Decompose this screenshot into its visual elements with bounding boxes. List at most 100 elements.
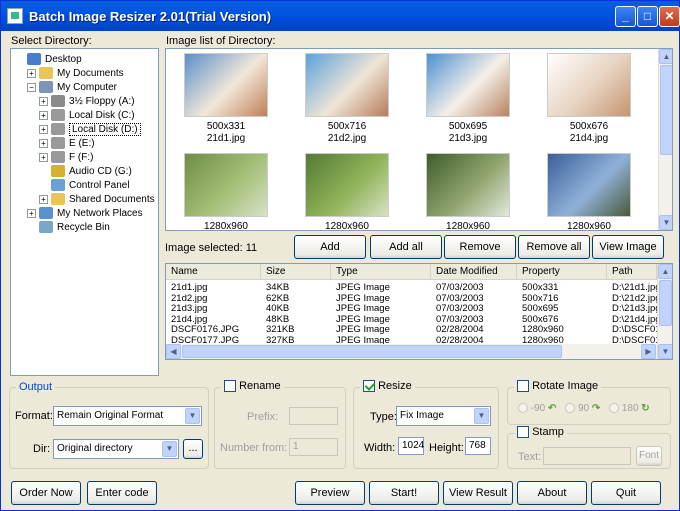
- font-button[interactable]: Font: [636, 446, 662, 466]
- output-title: Output: [16, 381, 56, 393]
- column-header[interactable]: Path: [607, 264, 657, 279]
- enter-code-button[interactable]: Enter code: [87, 481, 157, 505]
- number-from-input[interactable]: 1: [289, 438, 338, 456]
- maximize-button[interactable]: □: [637, 6, 658, 27]
- thumbnail-size: 1280x960: [325, 221, 369, 231]
- thumbnail-image[interactable]: [547, 53, 631, 117]
- expand-toggle-icon[interactable]: +: [27, 208, 36, 218]
- file-list-vscrollbar[interactable]: ▲ ▼: [657, 264, 672, 359]
- browse-button[interactable]: ...: [183, 439, 203, 459]
- stamp-text-input[interactable]: [543, 447, 631, 465]
- table-row[interactable]: 21d2.jpg 62KB JPEG Image 07/03/2003 500x716 D…: [166, 293, 657, 304]
- expand-toggle-icon[interactable]: +: [27, 68, 36, 78]
- scroll-down-icon[interactable]: ▼: [659, 215, 672, 230]
- add-all-button[interactable]: Add all: [370, 235, 442, 259]
- minimize-button[interactable]: _: [615, 6, 636, 27]
- rotate-minus90-radio[interactable]: [518, 403, 528, 414]
- start-button[interactable]: Start!: [369, 481, 439, 505]
- thumbnail-image[interactable]: [547, 153, 631, 217]
- expand-toggle-icon[interactable]: +: [39, 124, 48, 134]
- scroll-thumb[interactable]: [182, 345, 562, 358]
- tree-item[interactable]: Desktop: [15, 52, 82, 66]
- thumbnail-image[interactable]: [184, 153, 268, 217]
- column-header[interactable]: Name: [166, 264, 261, 279]
- height-input[interactable]: 768: [465, 437, 491, 455]
- expand-toggle-icon[interactable]: +: [39, 110, 48, 120]
- table-cell: JPEG Image: [336, 282, 390, 293]
- remove-all-button[interactable]: Remove all: [518, 235, 590, 259]
- remove-button[interactable]: Remove: [444, 235, 516, 259]
- scroll-down-icon[interactable]: ▼: [658, 344, 672, 359]
- expand-toggle-icon[interactable]: −: [27, 82, 36, 92]
- add-button[interactable]: Add: [294, 235, 366, 259]
- scroll-up-icon[interactable]: ▲: [659, 49, 672, 64]
- column-header[interactable]: Size: [261, 264, 331, 279]
- rotate-180-radio[interactable]: [609, 403, 620, 414]
- prefix-input[interactable]: [289, 407, 338, 425]
- table-row[interactable]: 21d1.jpg 34KB JPEG Image 07/03/2003 500x331 D…: [166, 282, 657, 293]
- title-bar[interactable]: Batch Image Resizer 2.01(Trial Version) …: [1, 1, 680, 31]
- expand-toggle-icon[interactable]: +: [39, 96, 48, 106]
- chevron-down-icon[interactable]: ▼: [162, 441, 177, 457]
- view-result-button[interactable]: View Result: [443, 481, 513, 505]
- about-button[interactable]: About: [517, 481, 587, 505]
- file-list[interactable]: Name Size Type Date Modified Property Path DS…: [165, 263, 673, 360]
- column-header[interactable]: Date Modified: [431, 264, 517, 279]
- file-list-hscrollbar[interactable]: ◀ ▶: [166, 344, 657, 359]
- tree-item[interactable]: + Local Disk (C:): [39, 108, 135, 122]
- thumbnail-scrollbar[interactable]: ▲ ▼: [658, 49, 672, 230]
- scroll-thumb[interactable]: [659, 280, 672, 326]
- scroll-left-icon[interactable]: ◀: [166, 344, 181, 359]
- rename-checkbox[interactable]: [224, 380, 236, 393]
- column-header[interactable]: Type: [331, 264, 431, 279]
- thumbnail-image[interactable]: [305, 153, 389, 217]
- thumbnail-image[interactable]: [426, 53, 510, 117]
- width-input[interactable]: 1024: [398, 437, 424, 455]
- tree-item[interactable]: +3½ Floppy (A:): [39, 94, 135, 108]
- cd-icon: [51, 165, 65, 177]
- scroll-up-icon[interactable]: ▲: [658, 264, 672, 279]
- thumbnail-filename: 21d3.jpg: [448, 133, 488, 144]
- chevron-down-icon[interactable]: ▼: [474, 408, 489, 424]
- table-row[interactable]: 21d3.jpg 40KB JPEG Image 07/03/2003 500x695 D…: [166, 303, 657, 314]
- rotate-checkbox[interactable]: [517, 380, 529, 393]
- tree-item[interactable]: + Shared Documents: [39, 192, 155, 206]
- resize-checkbox[interactable]: [363, 380, 375, 393]
- expand-toggle-icon[interactable]: +: [39, 194, 48, 204]
- tree-item[interactable]: + F (F:): [39, 150, 93, 164]
- table-row[interactable]: 21d4.jpg 48KB JPEG Image 07/03/2003 500x676 D…: [166, 314, 657, 325]
- tree-item[interactable]: + Local Disk (D:): [39, 122, 141, 136]
- order-now-button[interactable]: Order Now: [11, 481, 81, 505]
- tree-item[interactable]: Recycle Bin: [27, 220, 110, 234]
- table-row[interactable]: DSCF0176.JPG 321KB JPEG Image 02/28/2004 128…: [166, 324, 657, 335]
- resize-title: Resize: [378, 380, 412, 392]
- thumbnail-image[interactable]: [426, 153, 510, 217]
- close-button[interactable]: ✕: [659, 6, 680, 27]
- chevron-down-icon[interactable]: ▼: [185, 408, 200, 424]
- expand-toggle-icon[interactable]: +: [39, 138, 48, 148]
- tree-item[interactable]: Audio CD (G:): [39, 164, 132, 178]
- thumbnail-filename: 21d1.jpg: [206, 133, 246, 144]
- stamp-checkbox[interactable]: [517, 426, 529, 439]
- preview-button[interactable]: Preview: [295, 481, 365, 505]
- tree-item[interactable]: − My Computer: [27, 80, 117, 94]
- directory-tree[interactable]: Desktop + My Documents − My Computer +3½ Flop…: [10, 48, 159, 376]
- rotate-90-radio[interactable]: [565, 403, 576, 414]
- tree-item[interactable]: + My Documents: [27, 66, 124, 80]
- thumbnail-image[interactable]: [305, 53, 389, 117]
- view-image-button[interactable]: View Image: [592, 235, 664, 259]
- scroll-right-icon[interactable]: ▶: [641, 344, 656, 359]
- format-select[interactable]: Remain Original Format ▼: [53, 406, 202, 426]
- thumbnail-image[interactable]: [184, 53, 268, 117]
- column-header[interactable]: Property: [517, 264, 607, 279]
- tree-item[interactable]: + E (E:): [39, 136, 95, 150]
- dir-select[interactable]: Original directory ▼: [53, 439, 179, 459]
- scroll-thumb[interactable]: [660, 65, 672, 155]
- resize-type-select[interactable]: Fix Image ▼: [396, 406, 491, 426]
- tree-item[interactable]: Control Panel: [39, 178, 130, 192]
- quit-button[interactable]: Quit: [591, 481, 661, 505]
- expand-toggle-icon[interactable]: +: [39, 152, 48, 162]
- thumbnail-size: 1280x960: [567, 221, 611, 231]
- tree-item[interactable]: + My Network Places: [27, 206, 143, 220]
- thumbnail-panel[interactable]: ▲ ▼ 500x331 21d1.jpg 500x716 21d2.jpg 500x69…: [165, 48, 673, 231]
